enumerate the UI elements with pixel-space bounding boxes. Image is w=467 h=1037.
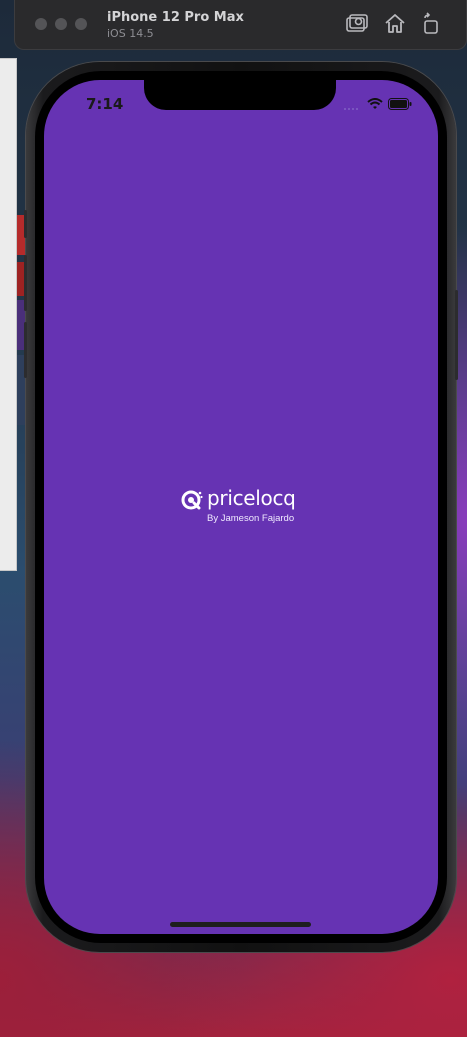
rotate-icon[interactable] xyxy=(419,12,443,36)
app-screen[interactable]: 7:14 pricelocq By Jameson Fajardo xyxy=(44,80,438,934)
mute-switch xyxy=(24,210,27,238)
battery-icon xyxy=(388,97,412,115)
minimize-window-button[interactable] xyxy=(55,18,67,30)
close-window-button[interactable] xyxy=(35,18,47,30)
notch xyxy=(144,80,336,110)
volume-down-button xyxy=(24,322,27,378)
volume-up-button xyxy=(24,255,27,311)
device-name: iPhone 12 Pro Max xyxy=(107,10,244,25)
status-icons xyxy=(344,97,412,115)
background-window[interactable] xyxy=(0,58,17,571)
zoom-window-button[interactable] xyxy=(75,18,87,30)
power-button xyxy=(455,290,458,380)
screenshot-icon[interactable] xyxy=(345,12,369,36)
signal-icon xyxy=(344,97,362,115)
home-indicator[interactable] xyxy=(170,922,311,927)
brand-name: pricelocq xyxy=(207,486,296,510)
home-icon[interactable] xyxy=(383,12,407,36)
byline: By Jameson Fajardo xyxy=(207,513,295,524)
os-version: iOS 14.5 xyxy=(107,27,154,40)
wifi-icon xyxy=(367,97,383,115)
pricelocq-mark-icon xyxy=(181,489,203,511)
pricelocq-logo: pricelocq By Jameson Fajardo xyxy=(181,486,301,529)
simulator-title-bar: iPhone 12 Pro Max iOS 14.5 xyxy=(14,0,467,50)
status-time: 7:14 xyxy=(86,95,124,113)
